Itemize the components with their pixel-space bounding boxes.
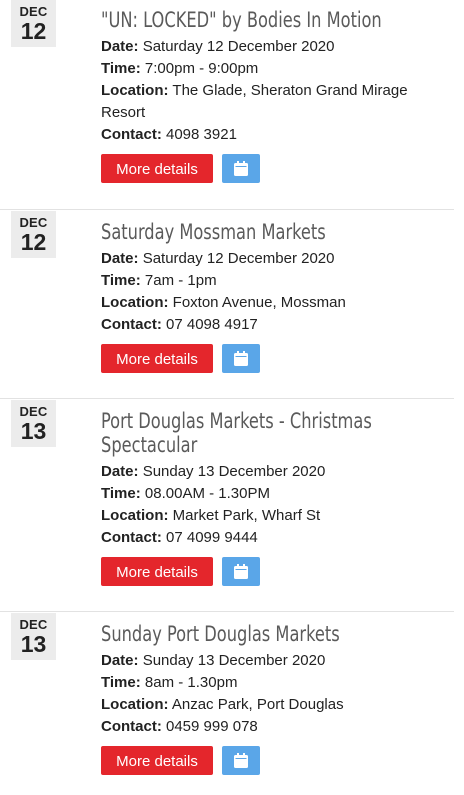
event-item: DEC 12 "UN: LOCKED" by Bodies In Motion … bbox=[0, 0, 454, 200]
event-time-row: Time: 8am - 1.30pm bbox=[101, 672, 454, 694]
contact-label: Contact: bbox=[101, 316, 162, 333]
calendar-icon bbox=[234, 564, 248, 579]
event-date-row: Date: Saturday 12 December 2020 bbox=[101, 248, 454, 270]
location-label: Location: bbox=[101, 82, 169, 99]
event-item: DEC 12 Saturday Mossman Markets Date: Sa… bbox=[0, 209, 454, 388]
event-location-row: Location: Anzac Park, Port Douglas bbox=[101, 694, 454, 716]
date-label: Date: bbox=[101, 652, 139, 669]
date-label: Date: bbox=[101, 38, 139, 55]
event-content: Saturday Mossman Markets Date: Saturday … bbox=[101, 220, 454, 374]
event-contact-row: Contact: 4098 3921 bbox=[101, 124, 454, 146]
date-badge: DEC 13 bbox=[11, 400, 56, 447]
event-time-row: Time: 7:00pm - 9:00pm bbox=[101, 58, 454, 80]
more-details-button[interactable]: More details bbox=[101, 154, 213, 183]
event-contact: 0459 999 078 bbox=[166, 718, 258, 735]
event-date: Sunday 13 December 2020 bbox=[142, 463, 326, 480]
time-label: Time: bbox=[101, 485, 141, 502]
event-content: Port Douglas Markets - Christmas Spectac… bbox=[101, 409, 384, 587]
event-date: Saturday 12 December 2020 bbox=[142, 38, 335, 55]
contact-label: Contact: bbox=[101, 126, 162, 143]
more-details-button[interactable]: More details bbox=[101, 746, 213, 775]
date-badge-month: DEC bbox=[19, 617, 48, 632]
event-location: Foxton Avenue, Mossman bbox=[172, 294, 346, 311]
event-title[interactable]: Sunday Port Douglas Markets bbox=[101, 622, 453, 646]
more-details-button[interactable]: More details bbox=[101, 344, 213, 373]
event-contact-row: Contact: 0459 999 078 bbox=[101, 716, 454, 738]
event-title[interactable]: Port Douglas Markets - Christmas Spectac… bbox=[101, 409, 383, 457]
add-to-calendar-button[interactable] bbox=[222, 746, 260, 775]
event-title[interactable]: Saturday Mossman Markets bbox=[101, 220, 453, 244]
date-label: Date: bbox=[101, 250, 139, 267]
event-contact-row: Contact: 07 4098 4917 bbox=[101, 314, 454, 336]
event-contact-row: Contact: 07 4099 9444 bbox=[101, 527, 384, 549]
event-time-row: Time: 7am - 1pm bbox=[101, 270, 454, 292]
event-time-row: Time: 08.00AM - 1.30PM bbox=[101, 483, 384, 505]
event-actions: More details bbox=[101, 746, 454, 776]
event-date-row: Date: Saturday 12 December 2020 bbox=[101, 36, 454, 58]
location-label: Location: bbox=[101, 294, 169, 311]
time-label: Time: bbox=[101, 674, 141, 691]
event-actions: More details bbox=[101, 154, 454, 184]
calendar-icon bbox=[234, 351, 248, 366]
more-details-button[interactable]: More details bbox=[101, 557, 213, 586]
date-badge: DEC 12 bbox=[11, 211, 56, 258]
date-label: Date: bbox=[101, 463, 139, 480]
calendar-icon bbox=[234, 161, 248, 176]
event-date-row: Date: Sunday 13 December 2020 bbox=[101, 650, 454, 672]
time-label: Time: bbox=[101, 60, 141, 77]
event-actions: More details bbox=[101, 344, 454, 374]
event-content: Sunday Port Douglas Markets Date: Sunday… bbox=[101, 622, 454, 776]
date-badge-day: 12 bbox=[20, 229, 47, 255]
location-label: Location: bbox=[101, 507, 169, 524]
date-badge-day: 13 bbox=[20, 418, 47, 444]
add-to-calendar-button[interactable] bbox=[222, 154, 260, 183]
contact-label: Contact: bbox=[101, 529, 162, 546]
time-label: Time: bbox=[101, 272, 141, 289]
add-to-calendar-button[interactable] bbox=[222, 344, 260, 373]
date-badge-month: DEC bbox=[19, 4, 48, 19]
calendar-icon bbox=[234, 753, 248, 768]
event-location-row: Location: The Glade, Sheraton Grand Mira… bbox=[101, 80, 454, 124]
date-badge-day: 12 bbox=[20, 18, 47, 44]
event-contact: 07 4098 4917 bbox=[166, 316, 258, 333]
event-location: Anzac Park, Port Douglas bbox=[171, 696, 344, 713]
date-badge: DEC 12 bbox=[11, 0, 56, 47]
add-to-calendar-button[interactable] bbox=[222, 557, 260, 586]
event-date: Sunday 13 December 2020 bbox=[142, 652, 326, 669]
event-time: 7:00pm - 9:00pm bbox=[144, 60, 259, 77]
date-badge-month: DEC bbox=[19, 404, 48, 419]
event-date: Saturday 12 December 2020 bbox=[142, 250, 335, 267]
event-contact: 07 4099 9444 bbox=[166, 529, 258, 546]
event-actions: More details bbox=[101, 557, 384, 587]
location-label: Location: bbox=[101, 696, 169, 713]
contact-label: Contact: bbox=[101, 718, 162, 735]
event-content: "UN: LOCKED" by Bodies In Motion Date: S… bbox=[101, 8, 454, 184]
event-item: DEC 13 Port Douglas Markets - Christmas … bbox=[0, 398, 454, 601]
event-item: DEC 13 Sunday Port Douglas Markets Date:… bbox=[0, 611, 454, 795]
event-location-row: Location: Foxton Avenue, Mossman bbox=[101, 292, 454, 314]
event-time: 08.00AM - 1.30PM bbox=[144, 485, 270, 502]
date-badge-day: 13 bbox=[20, 631, 47, 657]
event-title[interactable]: "UN: LOCKED" by Bodies In Motion bbox=[101, 8, 453, 32]
date-badge: DEC 13 bbox=[11, 613, 56, 660]
event-time: 7am - 1pm bbox=[144, 272, 217, 289]
event-contact: 4098 3921 bbox=[166, 126, 237, 143]
event-location-row: Location: Market Park, Wharf St bbox=[101, 505, 384, 527]
event-date-row: Date: Sunday 13 December 2020 bbox=[101, 461, 384, 483]
event-location: Market Park, Wharf St bbox=[172, 507, 321, 524]
date-badge-month: DEC bbox=[19, 215, 48, 230]
event-time: 8am - 1.30pm bbox=[144, 674, 238, 691]
